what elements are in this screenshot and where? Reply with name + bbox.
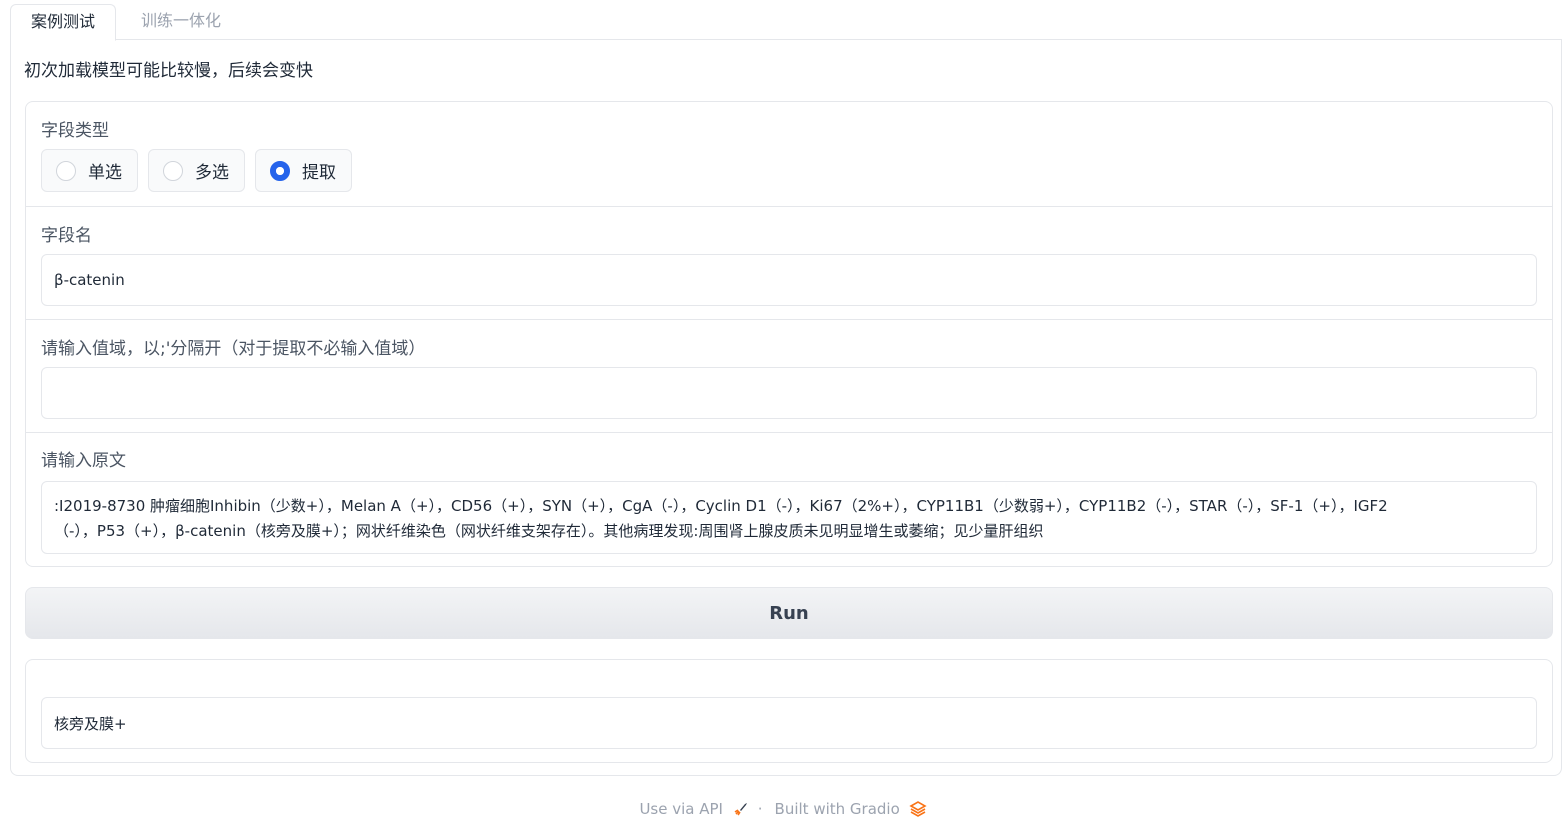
input-form: 字段类型 单选 多选 提取 字段名 β-catenin 请输入值域，以;'分隔开… xyxy=(25,101,1553,567)
radio-label-multi: 多选 xyxy=(195,163,229,183)
value-domain-input[interactable] xyxy=(41,367,1537,419)
source-text-block: 请输入原文 :I2019-8730 肿瘤细胞Inhibin（少数+），Melan… xyxy=(26,433,1552,566)
source-text-input[interactable]: :I2019-8730 肿瘤细胞Inhibin（少数+），Melan A（+），… xyxy=(41,481,1537,554)
tab-bar: 案例测试 训练一体化 xyxy=(10,0,1562,41)
field-name-label: 字段名 xyxy=(41,226,92,246)
radio-extract[interactable]: 提取 xyxy=(255,149,352,192)
output-field[interactable]: 核旁及膜+ xyxy=(41,697,1537,749)
source-text-line-1: :I2019-8730 肿瘤细胞Inhibin（少数+），Melan A（+），… xyxy=(54,497,1388,515)
intro-text: 初次加载模型可能比较慢，后续会变快 xyxy=(24,61,313,81)
field-type-label: 字段类型 xyxy=(41,121,109,141)
rocket-icon xyxy=(734,803,747,816)
footer-separator: · xyxy=(757,800,763,818)
output-block: 核旁及膜+ xyxy=(25,659,1553,763)
gradio-logo-icon xyxy=(908,801,927,818)
field-type-block: 字段类型 单选 多选 提取 xyxy=(26,102,1552,207)
use-via-api-label: Use via API xyxy=(639,799,723,818)
radio-multi-choice[interactable]: 多选 xyxy=(148,149,245,192)
radio-label-extract: 提取 xyxy=(302,163,336,183)
radio-unchecked-icon xyxy=(163,160,183,181)
value-domain-label: 请输入值域，以;'分隔开（对于提取不必输入值域） xyxy=(41,339,426,359)
radio-checked-icon xyxy=(270,160,290,181)
radio-unchecked-icon xyxy=(56,160,76,181)
built-with-gradio-label: Built with Gradio xyxy=(774,799,900,818)
source-text-line-2: （-），P53（+），β-catenin（核旁及膜+）；网状纤维染色（网状纤维支… xyxy=(54,522,1044,540)
radio-label-single: 单选 xyxy=(88,163,122,183)
use-via-api-link[interactable]: Use via API xyxy=(635,800,749,819)
tab-case-test[interactable]: 案例测试 xyxy=(10,4,117,41)
field-name-block: 字段名 β-catenin xyxy=(26,207,1552,320)
radio-single-choice[interactable]: 单选 xyxy=(41,149,138,192)
tab-training[interactable]: 训练一体化 xyxy=(121,4,241,40)
field-name-input[interactable]: β-catenin xyxy=(41,254,1537,306)
footer: Use via API · Built with Gradio xyxy=(0,797,1562,821)
value-domain-block: 请输入值域，以;'分隔开（对于提取不必输入值域） xyxy=(26,320,1552,433)
built-with-gradio-link[interactable]: Built with Gradio xyxy=(771,800,927,819)
source-text-label: 请输入原文 xyxy=(41,451,126,471)
run-button[interactable]: Run xyxy=(25,587,1553,639)
